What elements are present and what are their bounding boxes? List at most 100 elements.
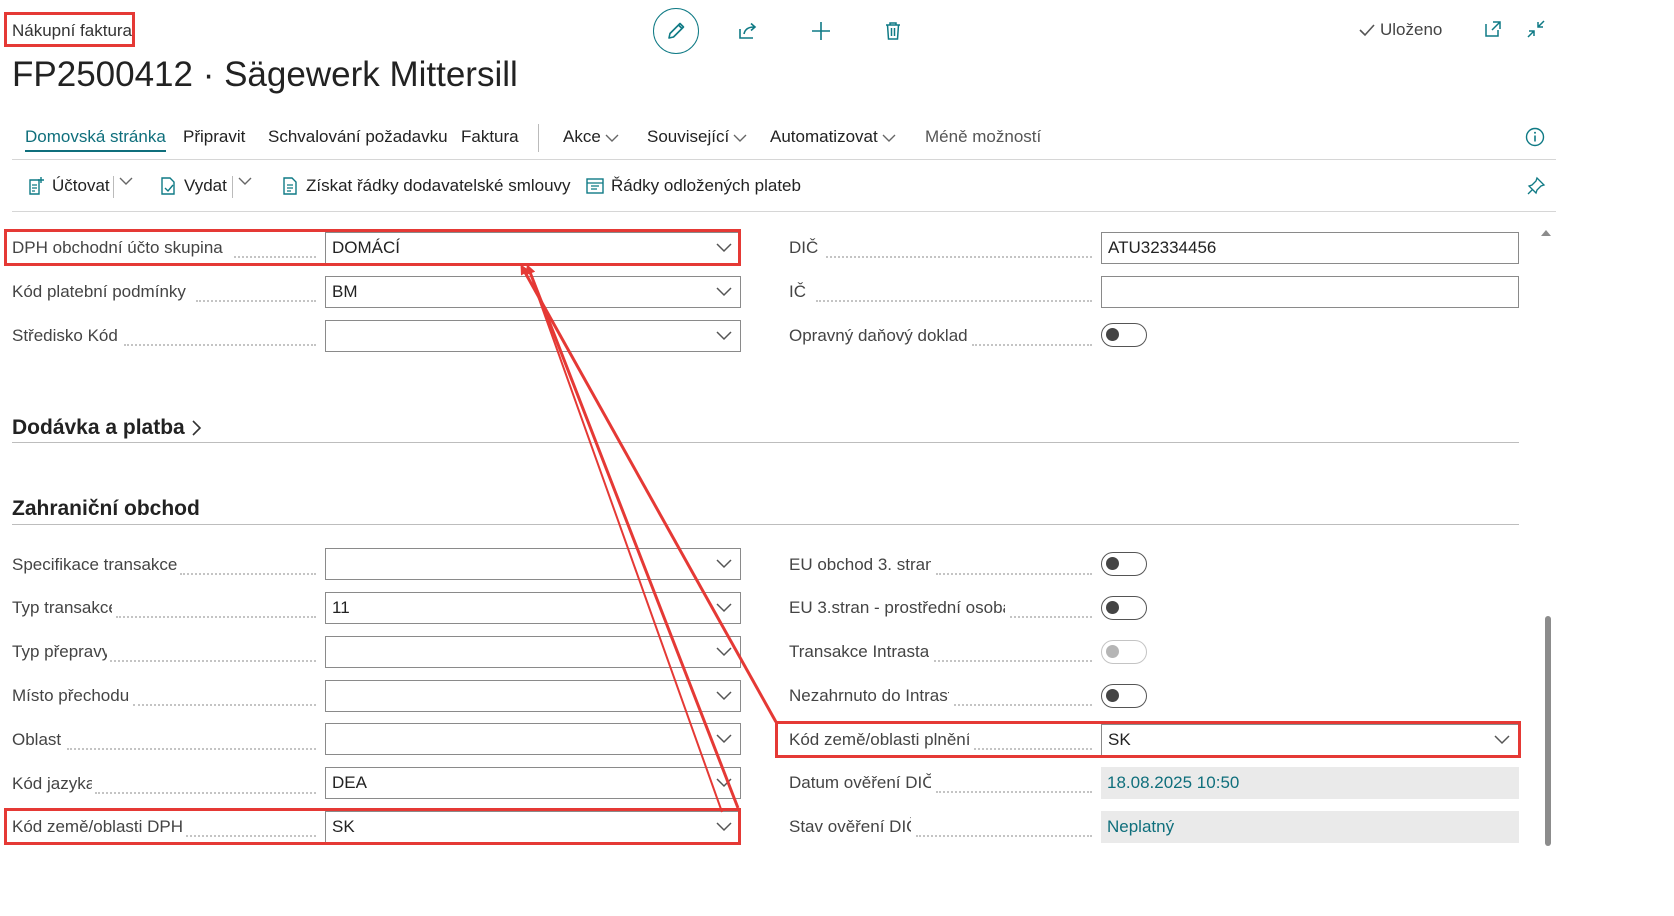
edit-button[interactable] bbox=[653, 8, 699, 54]
release-label: Vydat bbox=[184, 176, 227, 195]
toggle-knob bbox=[1106, 557, 1119, 570]
performance-country-code-value: SK bbox=[1108, 730, 1131, 749]
plus-icon bbox=[812, 22, 830, 40]
vat-verification-date-value: 18.08.2025 10:50 bbox=[1101, 767, 1519, 799]
leader-dots bbox=[816, 298, 1092, 302]
corrective-tax-document-label: Opravný daňový doklad bbox=[789, 326, 967, 345]
get-contract-lines-button[interactable]: Získat řádky dodavatelské smlouvy bbox=[282, 176, 571, 196]
area-label: Oblast bbox=[12, 730, 62, 749]
menu-automate[interactable]: Automatizovat bbox=[770, 127, 896, 147]
language-code-label: Kód jazyka bbox=[12, 774, 92, 793]
corrective-tax-document-toggle[interactable] bbox=[1101, 323, 1147, 347]
section-foreign-trade-title[interactable]: Zahraniční obchod bbox=[12, 497, 200, 521]
chevron-down-icon bbox=[882, 134, 896, 142]
transaction-specification-label: Specifikace transakce bbox=[12, 555, 177, 574]
post-button[interactable]: Účtovat bbox=[28, 176, 110, 196]
share-button[interactable] bbox=[725, 8, 771, 54]
menu-related-label: Související bbox=[647, 127, 730, 146]
tab-invoice[interactable]: Faktura bbox=[461, 127, 519, 147]
menu-actions[interactable]: Akce bbox=[563, 127, 619, 147]
collapse-icon bbox=[1527, 20, 1545, 38]
reg-no-input[interactable] bbox=[1101, 276, 1519, 308]
menu-automate-label: Automatizovat bbox=[770, 127, 878, 146]
info-icon bbox=[1525, 127, 1545, 147]
chevron-right-icon bbox=[192, 420, 201, 437]
leader-dots bbox=[936, 571, 1092, 575]
cost-center-code-label: Středisko Kód bbox=[12, 326, 118, 345]
leader-dots bbox=[934, 658, 1092, 662]
eu-3-party-trade-toggle[interactable] bbox=[1101, 552, 1147, 576]
trash-icon bbox=[886, 22, 900, 40]
leader-dots bbox=[954, 702, 1092, 706]
chevron-down-icon bbox=[716, 647, 732, 657]
scrollbar-thumb[interactable] bbox=[1545, 616, 1551, 846]
toggle-knob bbox=[1106, 689, 1119, 702]
performance-country-code-select[interactable]: SK bbox=[1101, 724, 1519, 756]
vat-reg-no-input[interactable]: ATU32334456 bbox=[1101, 232, 1519, 264]
intrastat-transaction-label: Transakce Intrastat bbox=[789, 642, 929, 661]
chevron-down-icon bbox=[716, 243, 732, 253]
chevron-down-icon bbox=[238, 177, 252, 185]
info-button[interactable] bbox=[1525, 127, 1545, 152]
leader-dots bbox=[124, 342, 316, 346]
delete-button[interactable] bbox=[870, 8, 916, 54]
pin-button[interactable] bbox=[1526, 176, 1546, 201]
section-delivery-payment[interactable]: Dodávka a platba bbox=[12, 416, 203, 440]
vat-country-region-code-label: Kód země/oblasti DPH bbox=[12, 817, 182, 836]
leader-dots bbox=[234, 254, 316, 258]
eu-3-party-intermediate-toggle[interactable] bbox=[1101, 596, 1147, 620]
menu-related[interactable]: Související bbox=[647, 127, 747, 147]
chevron-down-icon bbox=[716, 822, 732, 832]
leader-dots bbox=[936, 789, 1092, 793]
deferral-schedule-icon bbox=[586, 178, 604, 194]
transaction-type-select[interactable]: 11 bbox=[325, 592, 741, 624]
vat-country-region-code-value: SK bbox=[332, 817, 355, 836]
pin-icon bbox=[1527, 176, 1546, 195]
release-button[interactable]: Vydat bbox=[160, 176, 227, 196]
release-document-icon bbox=[161, 177, 175, 195]
exit-point-select[interactable] bbox=[325, 680, 741, 712]
release-dropdown-button[interactable] bbox=[238, 176, 252, 186]
transport-method-select[interactable] bbox=[325, 636, 741, 668]
new-button[interactable] bbox=[798, 8, 844, 54]
vat-country-region-code-select[interactable]: SK bbox=[325, 811, 741, 843]
chevron-down-icon bbox=[716, 691, 732, 701]
chevron-down-icon bbox=[716, 778, 732, 788]
area-select[interactable] bbox=[325, 723, 741, 755]
tab-home[interactable]: Domovská stránka bbox=[25, 127, 166, 152]
collapse-button[interactable] bbox=[1526, 19, 1546, 44]
toggle-knob bbox=[1106, 645, 1119, 658]
menu-actions-label: Akce bbox=[563, 127, 601, 146]
payment-terms-code-value: BM bbox=[332, 282, 358, 301]
exclude-from-intrastat-toggle[interactable] bbox=[1101, 684, 1147, 708]
section-divider bbox=[12, 524, 1519, 525]
vat-verification-date-label: Datum ověření DIČ bbox=[789, 773, 931, 792]
transport-method-label: Typ přepravy bbox=[12, 642, 107, 661]
vat-reg-no-label: DIČ bbox=[789, 238, 819, 257]
payment-terms-code-select[interactable]: BM bbox=[325, 276, 741, 308]
reg-no-label: IČ bbox=[789, 282, 806, 301]
less-options-link[interactable]: Méně možností bbox=[925, 127, 1041, 147]
vat-bus-posting-group-select[interactable]: DOMÁCÍ bbox=[325, 232, 741, 264]
deferral-lines-label: Řádky odložených plateb bbox=[611, 176, 801, 195]
section-delivery-payment-title: Dodávka a platba bbox=[12, 416, 185, 439]
post-dropdown-button[interactable] bbox=[119, 176, 133, 186]
tab-prepare[interactable]: Připravit bbox=[183, 127, 245, 147]
document-lines-icon bbox=[283, 177, 297, 195]
check-icon bbox=[1359, 24, 1375, 37]
nav-separator bbox=[538, 124, 539, 152]
deferral-lines-button[interactable]: Řádky odložených plateb bbox=[585, 176, 801, 196]
chevron-down-icon bbox=[716, 559, 732, 569]
tab-approval-request[interactable]: Schvalování požadavku bbox=[268, 127, 448, 147]
vat-verification-status-value: Neplatný bbox=[1101, 811, 1519, 843]
language-code-select[interactable]: DEA bbox=[325, 767, 741, 799]
leader-dots bbox=[826, 254, 1092, 258]
open-new-window-button[interactable] bbox=[1483, 19, 1503, 44]
leader-dots bbox=[1010, 614, 1092, 618]
cost-center-code-select[interactable] bbox=[325, 320, 741, 352]
leader-dots bbox=[116, 614, 316, 618]
language-code-value: DEA bbox=[332, 773, 367, 792]
leader-dots bbox=[180, 571, 316, 575]
transaction-specification-select[interactable] bbox=[325, 548, 741, 580]
post-split-separator bbox=[113, 176, 114, 198]
